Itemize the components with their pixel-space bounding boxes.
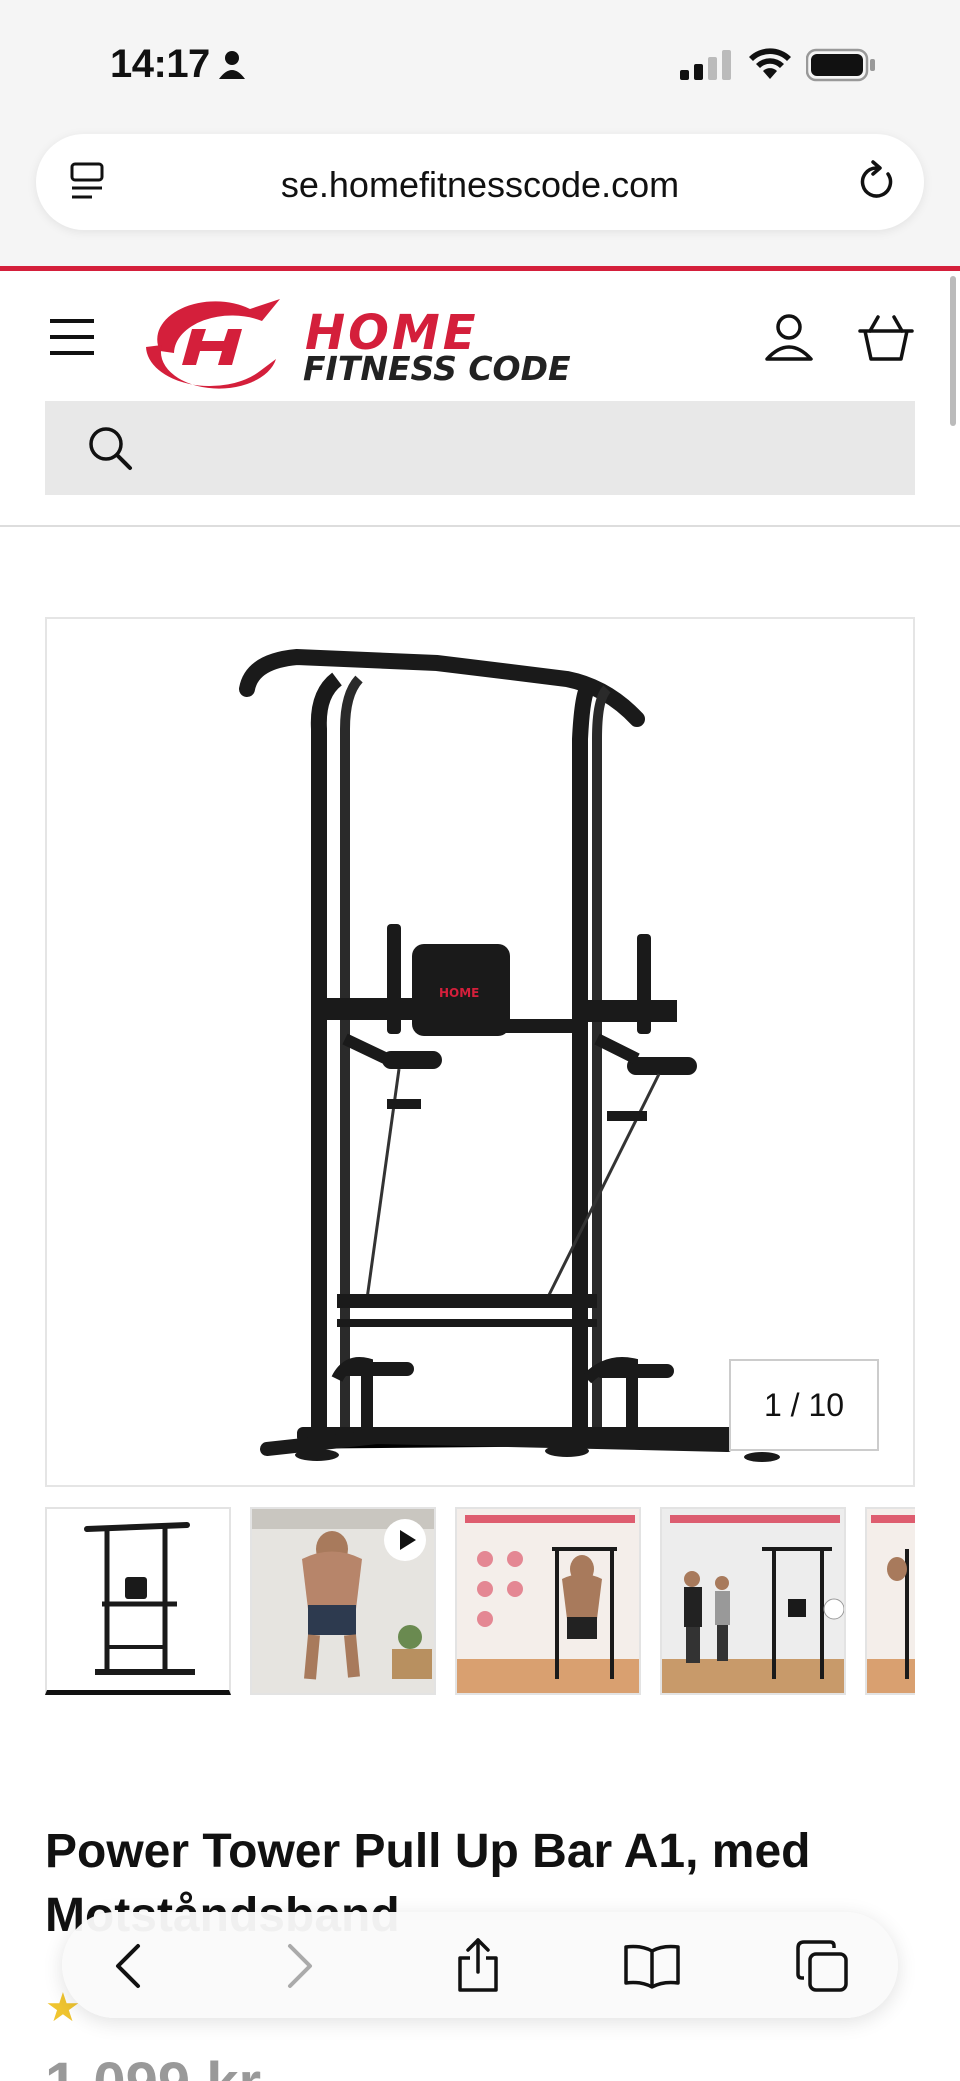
svg-text:HOME: HOME: [439, 986, 479, 1000]
browser-address-area: se.homefitnesscode.com: [0, 120, 960, 266]
power-tower-illustration: HOME: [239, 648, 780, 1462]
thumbnail-strip[interactable]: [45, 1507, 915, 1697]
status-bar: 14:17: [0, 0, 960, 120]
person-icon: [218, 50, 246, 85]
basket-icon[interactable]: [858, 313, 914, 368]
wifi-icon: [748, 48, 792, 85]
account-icon[interactable]: [764, 313, 814, 368]
tabs-button[interactable]: [790, 1934, 854, 1998]
share-button[interactable]: [446, 1934, 510, 1998]
forward-button[interactable]: [268, 1934, 332, 1998]
thumbnail-muscle-image: [457, 1509, 639, 1693]
image-counter: 1 / 10: [729, 1359, 879, 1451]
site-logo[interactable]: HOME FITNESS CODE: [140, 291, 600, 391]
thumbnail-tower-image: [84, 1522, 195, 1675]
tabs-icon: [796, 1940, 848, 1992]
url-text[interactable]: se.homefitnesscode.com: [36, 164, 924, 206]
site-header: HOME FITNESS CODE: [0, 271, 960, 527]
chevron-left-icon: [116, 1944, 140, 1988]
thumbnail-partial-image: [867, 1509, 915, 1693]
share-icon: [458, 1938, 498, 1992]
browser-toolbar: [62, 1912, 898, 2018]
status-time: 14:17: [110, 42, 210, 86]
thumbnail-5[interactable]: [865, 1507, 915, 1695]
back-button[interactable]: [96, 1934, 160, 1998]
logo-text-fitness-code: FITNESS CODE: [303, 349, 571, 388]
play-video-icon[interactable]: [384, 1519, 426, 1561]
logo-emblem-icon: [146, 299, 280, 389]
product-price: 1 099 kr: [45, 2050, 261, 2081]
thumbnail-1[interactable]: [45, 1507, 231, 1695]
thumbnail-2-video[interactable]: [250, 1507, 436, 1695]
thumbnail-family-image: [662, 1509, 844, 1693]
hamburger-menu-icon[interactable]: [48, 317, 96, 362]
reload-icon[interactable]: [856, 160, 896, 207]
search-icon: [87, 425, 133, 476]
address-bar[interactable]: se.homefitnesscode.com: [36, 134, 924, 230]
chevron-right-icon: [288, 1944, 312, 1988]
thumbnail-4[interactable]: [660, 1507, 846, 1695]
page-scrollbar[interactable]: [950, 276, 956, 426]
site-search-input[interactable]: [45, 401, 915, 495]
battery-icon: [805, 48, 876, 87]
bookmarks-button[interactable]: [620, 1934, 684, 1998]
product-main-image[interactable]: HOME 1 / 10: [45, 617, 915, 1487]
book-icon: [624, 1944, 680, 1989]
thumbnail-3[interactable]: [455, 1507, 641, 1695]
cellular-signal-icon: [680, 50, 732, 85]
